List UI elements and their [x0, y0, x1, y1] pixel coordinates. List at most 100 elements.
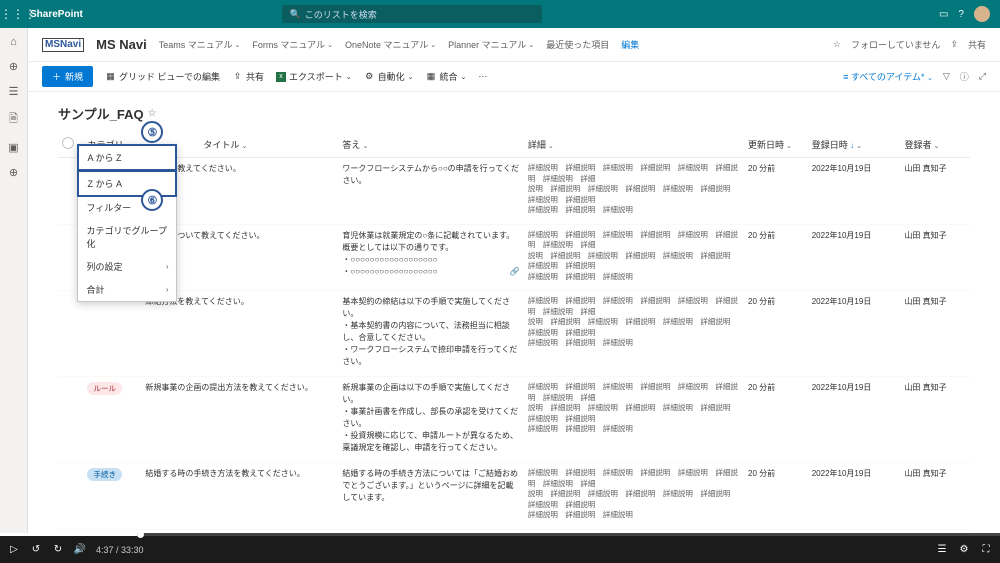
- excel-icon: x: [276, 72, 286, 82]
- help-icon[interactable]: ?: [958, 9, 964, 20]
- chevron-down-icon: ⌄: [346, 73, 352, 81]
- volume-icon[interactable]: 🔊: [74, 544, 86, 556]
- fullscreen-icon[interactable]: ⛶: [980, 544, 992, 556]
- cell-updated: 20 分前: [744, 224, 808, 291]
- share-icon[interactable]: ⇪: [950, 39, 958, 50]
- sort-az[interactable]: A から Z: [77, 144, 177, 171]
- table-row[interactable]: き方法を教えてください。 ワークフローシステムから○○の申請を行ってください。 …: [58, 158, 970, 225]
- nav-teams[interactable]: Teams マニュアル⌄: [159, 38, 241, 51]
- view-selector[interactable]: ≡ すべてのアイテム* ⌄: [843, 70, 933, 83]
- settings-icon[interactable]: ⚙: [958, 544, 970, 556]
- col-author[interactable]: 登録者⌄: [900, 131, 970, 158]
- video-time: 4:37 / 33:30: [96, 545, 144, 555]
- cell-detail: 詳細説明 詳細説明 詳細説明 詳細説明 詳細説明 詳細説明 詳細説明 詳細 説明…: [524, 158, 744, 225]
- file-icon[interactable]: 🗎: [9, 110, 18, 129]
- column-filter-menu: A から Z Z から A フィルター カテゴリでグループ化 列の設定› 合計›: [77, 144, 177, 302]
- cell-registered: 2022年10月19日: [808, 463, 901, 530]
- cmd-integrate[interactable]: ▦統合⌄: [426, 70, 467, 83]
- chevron-down-icon: ⌄: [362, 143, 368, 150]
- favorite-star-icon[interactable]: ☆: [148, 108, 157, 119]
- app-name: SharePoint: [30, 9, 83, 20]
- cell-author: 山田 真知子: [900, 158, 970, 225]
- site-name[interactable]: MS Navi: [96, 37, 147, 52]
- cmd-share[interactable]: ⇪共有: [232, 70, 264, 83]
- chevron-down-icon: ⌄: [528, 41, 534, 49]
- list-icon[interactable]: ☰: [9, 85, 19, 98]
- follow-label: フォローしていません: [851, 38, 940, 51]
- chevron-down-icon: ⌄: [461, 73, 467, 81]
- share-label: 共有: [968, 38, 986, 51]
- cell-registered: 2022年10月19日: [808, 224, 901, 291]
- chevron-down-icon: ⌄: [548, 143, 554, 150]
- info-icon[interactable]: ⓘ: [960, 70, 969, 83]
- avatar[interactable]: [974, 6, 990, 22]
- flow-icon: ⚙: [364, 71, 375, 82]
- cell-category: ルール: [83, 377, 141, 463]
- cell-updated: 20 分前: [744, 377, 808, 463]
- link-icon[interactable]: 🔗: [510, 266, 520, 278]
- progress-handle[interactable]: [137, 531, 144, 538]
- cmd-export[interactable]: xエクスポート⌄: [276, 70, 352, 83]
- cell-detail: 詳細説明 詳細説明 詳細説明 詳細説明 詳細説明 詳細説明 詳細説明 詳細 説明…: [524, 224, 744, 291]
- nav-planner[interactable]: Planner マニュアル⌄: [448, 38, 534, 51]
- site-logo[interactable]: MSNavi: [42, 38, 84, 52]
- play-icon[interactable]: ▷: [8, 544, 20, 556]
- forward-icon[interactable]: ↻: [52, 544, 64, 556]
- teams-icon[interactable]: ▭: [939, 9, 948, 20]
- nav-onenote[interactable]: OneNote マニュアル⌄: [345, 38, 436, 51]
- chevron-right-icon: ›: [166, 285, 169, 294]
- cmd-more[interactable]: ⋯: [478, 71, 487, 82]
- cell-detail: 詳細説明 詳細説明 詳細説明 詳細説明 詳細説明 詳細説明 詳細説明 詳細 説明…: [524, 463, 744, 530]
- follow-star-icon[interactable]: ☆: [833, 39, 841, 50]
- cell-author: 山田 真知子: [900, 377, 970, 463]
- group-by[interactable]: カテゴリでグループ化: [78, 219, 176, 255]
- cell-author: 山田 真知子: [900, 224, 970, 291]
- nav-edit[interactable]: 編集: [621, 38, 639, 51]
- video-progress[interactable]: [0, 533, 1000, 536]
- video-player-bar: ▷ ↺ ↻ 🔊 4:37 / 33:30 ☰ ⚙ ⛶: [0, 533, 1000, 563]
- cell-author: 山田 真知子: [900, 463, 970, 530]
- app-launcher-icon[interactable]: ⋮⋮⋮: [0, 7, 28, 21]
- chevron-down-icon: ⌄: [786, 143, 792, 150]
- cell-answer: ワークフローシステムから○○の申請を行ってください。: [338, 158, 523, 225]
- column-settings[interactable]: 列の設定›: [78, 255, 176, 278]
- search-input[interactable]: 🔍 このリストを検索: [282, 5, 542, 23]
- nav-forms[interactable]: Forms マニュアル⌄: [252, 38, 333, 51]
- integrate-icon: ▦: [426, 71, 437, 82]
- col-registered[interactable]: 登録日時 ↓⌄: [808, 131, 901, 158]
- chevron-right-icon: ›: [166, 262, 169, 271]
- cmd-automate[interactable]: ⚙自動化⌄: [364, 70, 414, 83]
- filter-icon[interactable]: ▽: [943, 71, 950, 82]
- new-button[interactable]: ＋ 新規: [42, 66, 93, 87]
- cell-detail: 詳細説明 詳細説明 詳細説明 詳細説明 詳細説明 詳細説明 詳細説明 詳細 説明…: [524, 291, 744, 377]
- globe-icon[interactable]: ⊕: [9, 60, 18, 73]
- cc-icon[interactable]: ☰: [936, 544, 948, 556]
- col-updated[interactable]: 更新日時⌄: [744, 131, 808, 158]
- news-icon[interactable]: ▣: [8, 141, 18, 154]
- totals[interactable]: 合計›: [78, 278, 176, 301]
- chevron-down-icon: ⌄: [933, 143, 939, 150]
- expand-icon[interactable]: ⤢: [979, 71, 986, 82]
- sort-za[interactable]: Z から A: [77, 170, 177, 197]
- table-row[interactable]: 締結方法を教えてください。 基本契約の締結は以下の手順で実施してください。 ・基…: [58, 291, 970, 377]
- grid-icon: ▦: [105, 71, 116, 82]
- cmd-grid-edit[interactable]: ▦グリッド ビューでの編集: [105, 70, 220, 83]
- table-row[interactable]: ルール 新規事業の企画の提出方法を教えてください。 新規事業の企画は以下の手順で…: [58, 377, 970, 463]
- table-row[interactable]: の制度について教えてください。 育児休業は就業規定の○条に記載されています。 概…: [58, 224, 970, 291]
- cell-updated: 20 分前: [744, 463, 808, 530]
- list-table: カテゴリ⌄ A から Z Z から A フィルター カテゴリでグループ化 列の設…: [58, 131, 970, 530]
- command-bar: ＋ 新規 ▦グリッド ビューでの編集 ⇪共有 xエクスポート⌄ ⚙自動化⌄ ▦統…: [28, 62, 1000, 92]
- add-icon[interactable]: ⊕: [9, 166, 18, 179]
- home-icon[interactable]: ⌂: [10, 36, 17, 48]
- list-title: サンプル_FAQ ☆: [28, 92, 1000, 131]
- search-icon: 🔍: [290, 9, 301, 20]
- col-answer[interactable]: 答え⌄: [338, 131, 523, 158]
- cell-updated: 20 分前: [744, 158, 808, 225]
- nav-recent[interactable]: 最近使った項目: [546, 38, 609, 51]
- col-category[interactable]: カテゴリ⌄ A から Z Z から A フィルター カテゴリでグループ化 列の設…: [83, 131, 141, 158]
- col-detail[interactable]: 詳細⌄: [524, 131, 744, 158]
- cell-answer: 結婚する時の手続き方法については「ご結婚おめでとうございます。」というページに詳…: [338, 463, 523, 530]
- rewind-icon[interactable]: ↺: [30, 544, 42, 556]
- cell-registered: 2022年10月19日: [808, 158, 901, 225]
- table-row[interactable]: 手続き 結婚する時の手続き方法を教えてください。 結婚する時の手続き方法について…: [58, 463, 970, 530]
